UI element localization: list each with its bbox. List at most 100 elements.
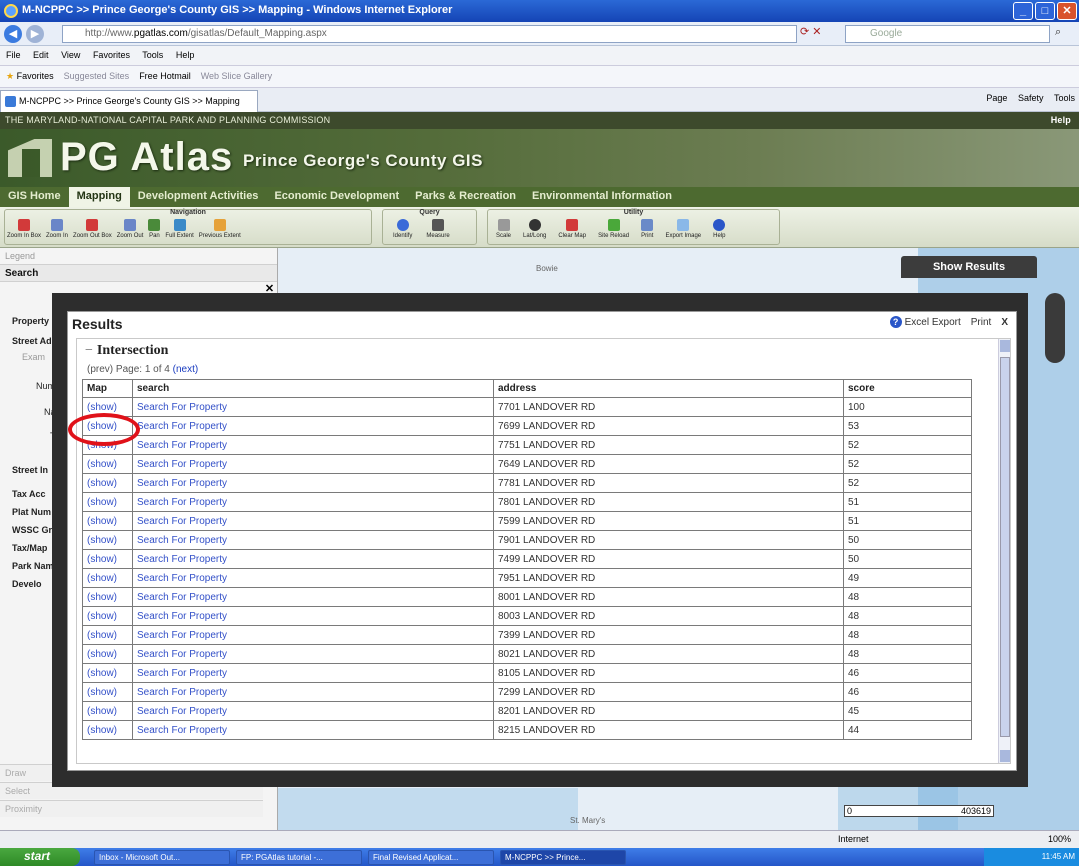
nav-mapping[interactable]: Mapping [68, 187, 130, 207]
sidebar-search[interactable]: Search [0, 265, 277, 282]
zoom-level[interactable]: 100% [1048, 834, 1071, 844]
zoom-in-tool[interactable]: Zoom In [46, 219, 68, 239]
sidebar-item-property[interactable]: Property [12, 316, 49, 326]
browser-tab[interactable]: M-NCPPC >> Prince George's County GIS >>… [0, 90, 258, 112]
nav-parks-recreation[interactable]: Parks & Recreation [407, 187, 524, 207]
section-heading[interactable]: − Intersection [85, 343, 168, 359]
taskbar-item-tutorial[interactable]: FP: PGAtlas tutorial -... [236, 850, 362, 865]
maximize-button[interactable]: □ [1035, 2, 1055, 20]
excel-export-button[interactable]: ? Excel Export [889, 316, 961, 328]
menu-file[interactable]: File [6, 50, 21, 60]
zoom-out-tool[interactable]: Zoom Out [117, 219, 143, 239]
taskbar-item-outlook[interactable]: Inbox - Microsoft Out... [94, 850, 230, 865]
nav-development-activities[interactable]: Development Activities [130, 187, 267, 207]
hotmail-link[interactable]: Free Hotmail [139, 71, 191, 81]
sidebar-item-plat-number[interactable]: Plat Num [12, 507, 51, 517]
show-map-link[interactable]: (show) [87, 592, 117, 603]
menu-edit[interactable]: Edit [33, 50, 49, 60]
show-map-link[interactable]: (show) [87, 706, 117, 717]
scroll-up-arrow[interactable] [1000, 340, 1010, 352]
measure-tool[interactable]: Measure [426, 219, 450, 239]
search-input[interactable]: Google [845, 25, 1050, 43]
sidebar-legend[interactable]: Legend [0, 248, 277, 265]
search-for-property-link[interactable]: Search For Property [137, 421, 227, 432]
favorites-button[interactable]: Favorites [17, 71, 54, 81]
full-extent-tool[interactable]: Full Extent [165, 219, 194, 239]
search-for-property-link[interactable]: Search For Property [137, 706, 227, 717]
search-for-property-link[interactable]: Search For Property [137, 611, 227, 622]
search-for-property-link[interactable]: Search For Property [137, 649, 227, 660]
search-for-property-link[interactable]: Search For Property [137, 573, 227, 584]
show-map-link[interactable]: (show) [87, 611, 117, 622]
sidebar-item-tax-account[interactable]: Tax Acc [12, 489, 46, 499]
show-map-link[interactable]: (show) [87, 573, 117, 584]
web-slice-gallery-link[interactable]: Web Slice Gallery [201, 71, 272, 81]
show-map-link[interactable]: (show) [87, 535, 117, 546]
show-map-link[interactable]: (show) [87, 630, 117, 641]
search-for-property-link[interactable]: Search For Property [137, 535, 227, 546]
search-for-property-link[interactable]: Search For Property [137, 478, 227, 489]
show-map-link[interactable]: (show) [87, 516, 117, 527]
search-for-property-link[interactable]: Search For Property [137, 592, 227, 603]
show-map-link[interactable]: (show) [87, 402, 117, 413]
sidebar-item-wssc-grid[interactable]: WSSC Gr [12, 525, 52, 535]
back-button[interactable]: ◀ [4, 25, 22, 43]
results-close-button[interactable]: X [1001, 317, 1008, 328]
identify-tool[interactable]: Identify [393, 219, 412, 239]
previous-extent-tool[interactable]: Previous Extent [199, 219, 241, 239]
show-map-link[interactable]: (show) [87, 478, 117, 489]
search-for-property-link[interactable]: Search For Property [137, 459, 227, 470]
cmd-tools[interactable]: Tools [1054, 93, 1075, 103]
paging-next-link[interactable]: (next) [173, 364, 199, 375]
cmd-page[interactable]: Page [986, 93, 1007, 103]
show-map-link[interactable]: (show) [87, 668, 117, 679]
search-for-property-link[interactable]: Search For Property [137, 630, 227, 641]
zoom-out-box-tool[interactable]: Zoom Out Box [73, 219, 112, 239]
scroll-down-arrow[interactable] [1000, 750, 1010, 762]
search-for-property-link[interactable]: Search For Property [137, 402, 227, 413]
export-image-tool[interactable]: Export Image [665, 219, 701, 239]
scroll-thumb[interactable] [1000, 357, 1010, 737]
results-pane[interactable]: − Intersection (prev) Page: 1 of 4 (next)… [76, 338, 1011, 764]
refresh-stop-icons[interactable]: ⟳ ✕ [800, 25, 840, 43]
sidebar-item-development[interactable]: Develo [12, 579, 42, 589]
suggested-sites-link[interactable]: Suggested Sites [64, 71, 130, 81]
search-for-property-link[interactable]: Search For Property [137, 440, 227, 451]
show-map-link[interactable]: (show) [87, 649, 117, 660]
nav-gis-home[interactable]: GIS Home [0, 187, 69, 207]
menu-help[interactable]: Help [176, 50, 195, 60]
start-button[interactable]: start [0, 848, 80, 866]
sidebar-item-street-address[interactable]: Street Ad [12, 336, 52, 346]
close-button[interactable]: ✕ [1057, 2, 1077, 20]
show-map-link[interactable]: (show) [87, 440, 117, 451]
nav-environmental-information[interactable]: Environmental Information [524, 187, 680, 207]
nav-economic-development[interactable]: Economic Development [266, 187, 407, 207]
show-results-button[interactable]: Show Results [901, 256, 1037, 278]
search-for-property-link[interactable]: Search For Property [137, 687, 227, 698]
show-map-link[interactable]: (show) [87, 687, 117, 698]
help-link[interactable]: Help [1051, 115, 1071, 125]
taskbar-item-application[interactable]: Final Revised Applicat... [368, 850, 494, 865]
site-reload-tool[interactable]: Site Reload [598, 219, 629, 239]
search-icon[interactable]: ⌕ [1055, 26, 1073, 42]
show-map-link[interactable]: (show) [87, 554, 117, 565]
results-scrollbar[interactable] [998, 339, 1010, 763]
url-input[interactable]: http://www.pgatlas.com/gisatlas/Default_… [62, 25, 797, 43]
zoom-slider[interactable] [1045, 293, 1065, 363]
menu-tools[interactable]: Tools [142, 50, 163, 60]
zoom-in-box-tool[interactable]: Zoom In Box [7, 219, 41, 239]
search-for-property-link[interactable]: Search For Property [137, 725, 227, 736]
sidebar-item-park-name[interactable]: Park Nam [12, 561, 54, 571]
forward-button[interactable]: ▶ [26, 25, 44, 43]
taskbar-item-mncppc[interactable]: M-NCPPC >> Prince... [500, 850, 626, 865]
menu-view[interactable]: View [61, 50, 80, 60]
latlong-tool[interactable]: Lat/Long [523, 219, 546, 239]
show-map-link[interactable]: (show) [87, 497, 117, 508]
help-tool[interactable]: Help [713, 219, 725, 239]
menu-favorites[interactable]: Favorites [93, 50, 130, 60]
print-button[interactable]: Print [971, 317, 992, 328]
search-for-property-link[interactable]: Search For Property [137, 516, 227, 527]
search-for-property-link[interactable]: Search For Property [137, 668, 227, 679]
cmd-safety[interactable]: Safety [1018, 93, 1044, 103]
show-map-link[interactable]: (show) [87, 725, 117, 736]
